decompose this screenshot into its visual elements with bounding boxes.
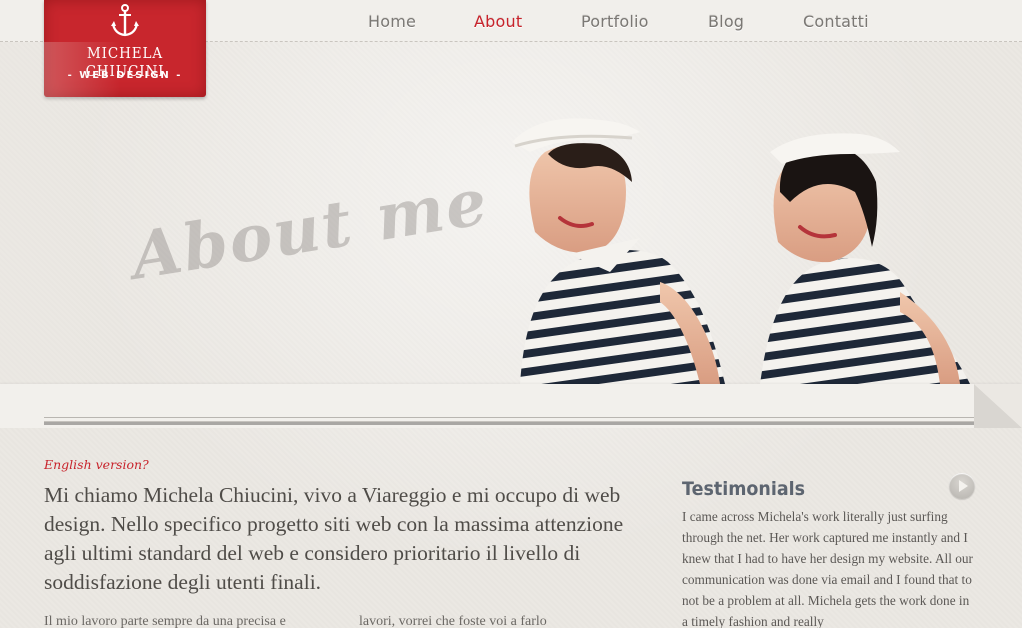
play-icon[interactable] — [949, 473, 975, 499]
nav-home[interactable]: Home — [368, 12, 474, 31]
anchor-icon — [111, 4, 139, 37]
main-nav: Home About Portfolio Blog Contatti — [368, 12, 869, 31]
english-version-link[interactable]: English version? — [44, 457, 149, 472]
intro-paragraph: Mi chiamo Michela Chiucini, vivo a Viare… — [44, 483, 624, 594]
nav-about[interactable]: About — [474, 12, 581, 31]
hero-figure-left — [512, 118, 725, 384]
nav-blog[interactable]: Blog — [708, 12, 803, 31]
testimonials-title: Testimonials — [682, 478, 806, 500]
section-divider — [44, 417, 974, 425]
nav-portfolio[interactable]: Portfolio — [581, 12, 708, 31]
hero-banner: About me — [0, 42, 1022, 384]
hero-photo-illustration — [0, 42, 970, 384]
page-fold-corner — [974, 384, 1022, 428]
hero-figure-right — [760, 133, 970, 384]
nav-contatti[interactable]: Contatti — [803, 12, 869, 31]
page: Home About Portfolio Blog Contatti MICHE… — [0, 0, 1022, 628]
body-text-column-2: lavori, vorrei che foste voi a farlo — [359, 614, 547, 628]
testimonial-quote: I came across Michela's work literally j… — [682, 509, 973, 628]
body-text-column-1: Il mio lavoro parte sempre da una precis… — [44, 614, 286, 628]
